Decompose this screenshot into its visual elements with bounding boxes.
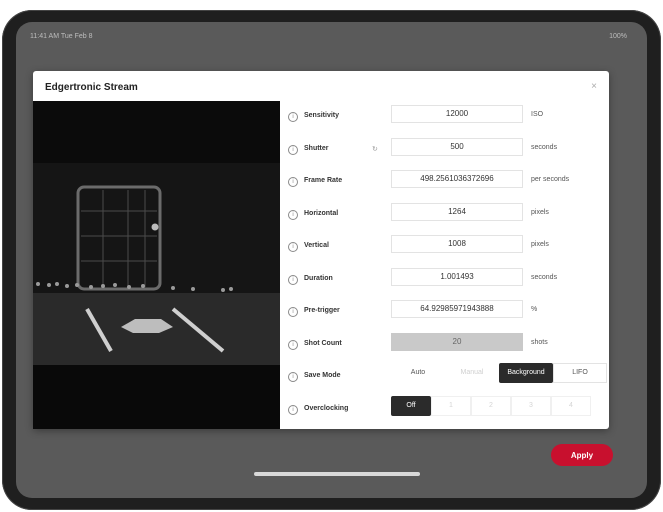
- info-icon[interactable]: i: [288, 242, 298, 252]
- sensitivity-label: Sensitivity: [304, 112, 340, 119]
- modal-header: Edgertronic Stream ×: [33, 71, 609, 101]
- overclocking-4[interactable]: 4: [551, 395, 591, 416]
- pre-trigger-unit: %: [531, 306, 538, 313]
- setting-row-horizontal: i Horizontal pixels: [286, 201, 606, 234]
- overclocking-selector: Off 1 2 3 4: [391, 395, 591, 416]
- save-mode-lifo[interactable]: LIFO: [553, 363, 607, 383]
- shot-count-label: Shot Count: [304, 339, 342, 347]
- overclocking-1[interactable]: 1: [431, 395, 471, 416]
- setting-row-vertical: i Vertical pixels: [286, 233, 606, 266]
- stream-settings-modal: Edgertronic Stream × i Sensitivity 12000…: [33, 71, 609, 429]
- shot-count-input: [391, 332, 523, 351]
- home-indicator[interactable]: [254, 472, 420, 476]
- horizontal-input[interactable]: [391, 202, 523, 221]
- status-battery: 100%: [609, 33, 627, 40]
- overclocking-2[interactable]: 2: [471, 395, 511, 416]
- duration-label: Duration: [304, 274, 333, 282]
- horizontal-unit: pixels: [531, 208, 549, 216]
- overclocking-label: Overclocking: [304, 404, 349, 412]
- shot-count-unit: shots: [531, 338, 548, 346]
- shutter-unit: seconds: [531, 143, 558, 151]
- overclocking-3[interactable]: 3: [511, 395, 551, 416]
- setting-row-duration: i Duration seconds: [286, 266, 606, 299]
- duration-input[interactable]: [391, 267, 523, 286]
- save-mode-manual[interactable]: Manual: [445, 363, 499, 383]
- sensitivity-unit: ISO: [531, 111, 544, 118]
- save-mode-auto[interactable]: Auto: [391, 363, 445, 383]
- setting-row-save-mode: i Save Mode Auto Manual Background LIFO: [286, 363, 607, 396]
- info-icon[interactable]: i: [288, 209, 298, 220]
- setting-row-shot-count: i Shot Count shots: [286, 331, 606, 364]
- modal-title: Edgertronic Stream: [45, 82, 138, 93]
- info-icon[interactable]: i: [288, 372, 298, 382]
- pre-trigger-label: Pre-trigger: [304, 307, 340, 314]
- info-icon[interactable]: i: [288, 307, 298, 317]
- vertical-unit: pixels: [531, 241, 549, 248]
- duration-unit: seconds: [531, 273, 558, 281]
- save-mode-selector: Auto Manual Background LIFO: [391, 363, 607, 383]
- sensitivity-input[interactable]: [391, 105, 523, 123]
- setting-row-pre-trigger: i Pre-trigger %: [286, 298, 606, 331]
- setting-row-sensitivity: i Sensitivity ISO: [286, 103, 606, 136]
- info-icon[interactable]: i: [288, 339, 298, 350]
- vertical-input[interactable]: [391, 235, 523, 253]
- setting-row-overclocking: i Overclocking Off 1 2 3 4: [286, 395, 606, 429]
- frame-rate-label: Frame Rate: [304, 177, 343, 184]
- shutter-input[interactable]: [391, 137, 523, 156]
- overclocking-off[interactable]: Off: [391, 395, 431, 416]
- vertical-label: Vertical: [304, 242, 329, 249]
- settings-panel: i Sensitivity ISO i Shutter ↻ seconds i …: [286, 103, 607, 429]
- save-mode-background[interactable]: Background: [499, 363, 553, 383]
- frame-rate-input[interactable]: [391, 170, 523, 188]
- pre-trigger-input[interactable]: [391, 300, 523, 318]
- reset-icon[interactable]: ↻: [372, 145, 378, 153]
- setting-row-shutter: i Shutter ↻ seconds: [286, 136, 606, 169]
- shutter-label: Shutter: [304, 144, 329, 152]
- camera-stream-image: [33, 101, 280, 429]
- status-time: 11:41 AM Tue Feb 8: [30, 33, 93, 40]
- info-icon[interactable]: i: [288, 177, 298, 187]
- video-preview: [33, 101, 280, 429]
- apply-button[interactable]: Apply: [551, 444, 613, 466]
- info-icon[interactable]: i: [288, 112, 298, 122]
- save-mode-label: Save Mode: [304, 372, 341, 379]
- horizontal-label: Horizontal: [304, 209, 339, 217]
- setting-row-frame-rate: i Frame Rate per seconds: [286, 168, 606, 201]
- close-icon[interactable]: ×: [591, 81, 597, 92]
- info-icon[interactable]: i: [288, 144, 298, 155]
- info-icon[interactable]: i: [288, 274, 298, 285]
- frame-rate-unit: per seconds: [531, 176, 570, 183]
- status-bar: 11:41 AM Tue Feb 8 100%: [16, 22, 647, 50]
- info-icon[interactable]: i: [288, 404, 298, 415]
